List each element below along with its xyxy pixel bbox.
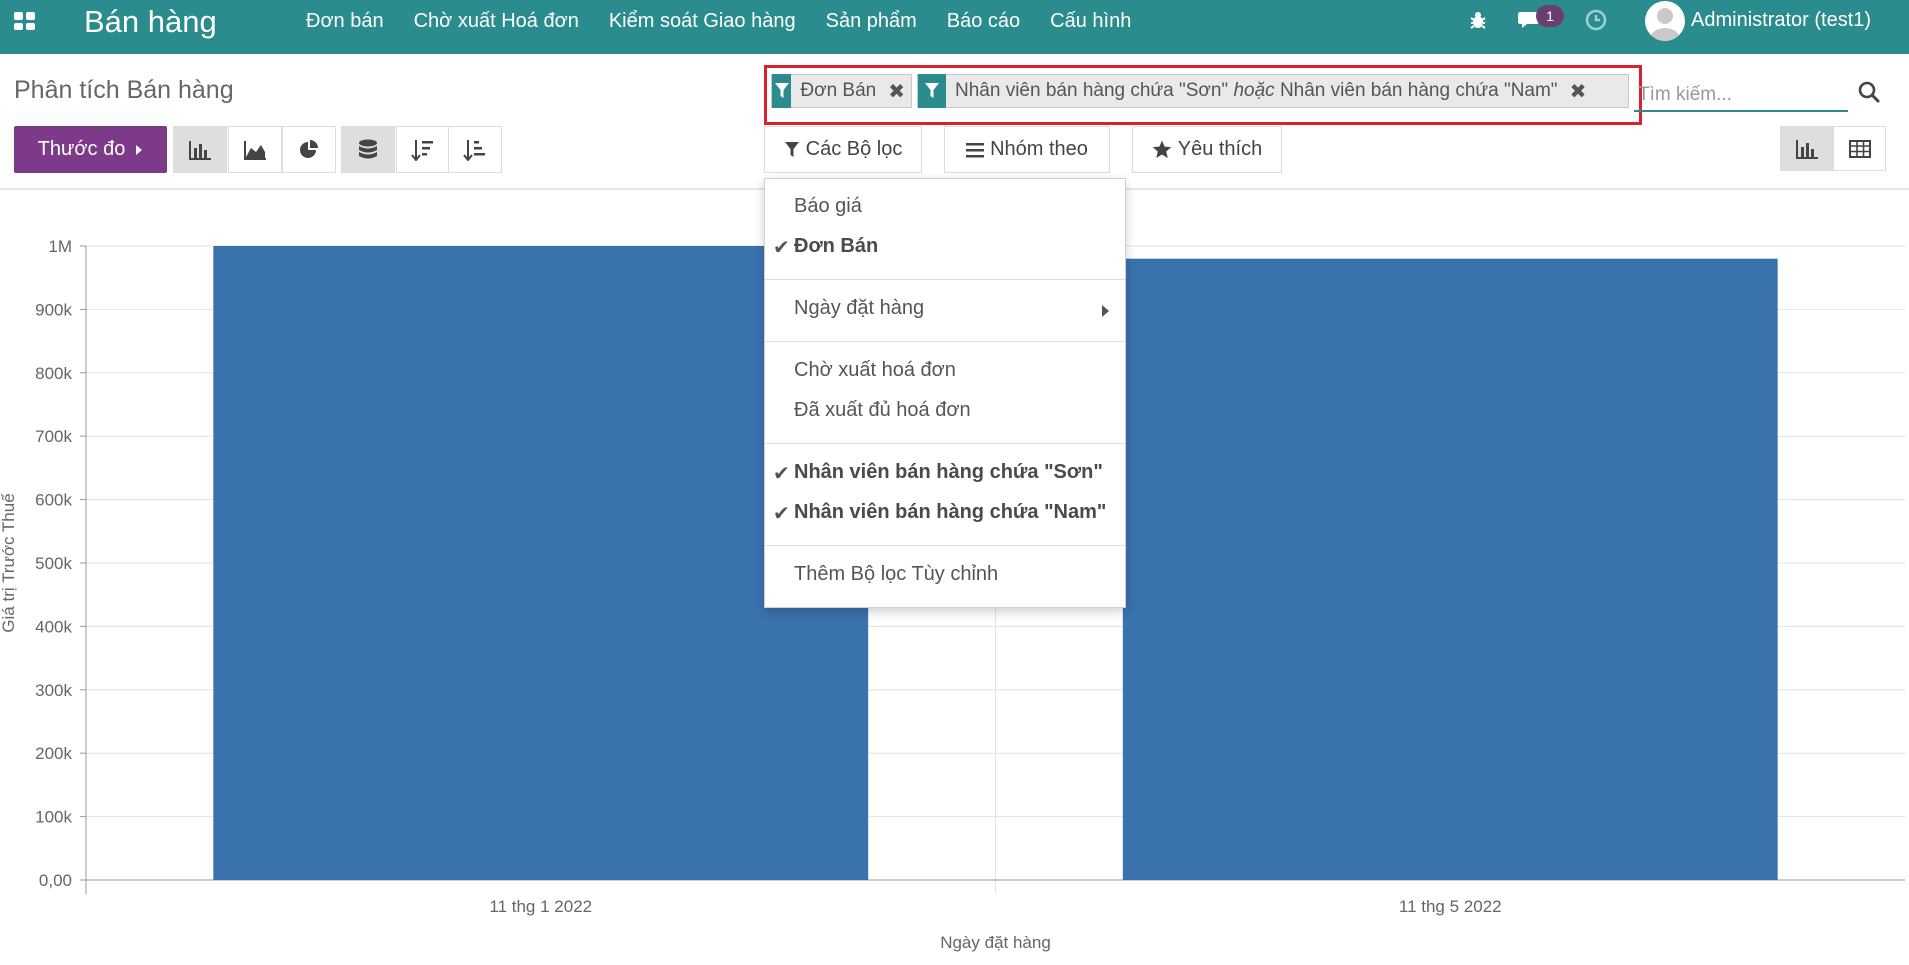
measures-label: Thước đo — [37, 138, 126, 160]
y-tick-label: 0,00 — [39, 871, 72, 890]
y-tick-label: 700k — [35, 427, 72, 446]
filter-option-fully-invoiced[interactable]: Đã xuất đủ hoá đơn — [794, 399, 971, 422]
filter-option-quotation[interactable]: Báo giá — [794, 195, 862, 218]
groupby-button[interactable]: Nhóm theo — [944, 126, 1110, 173]
pivot-view-button[interactable] — [1833, 126, 1886, 171]
check-icon: ✔ — [773, 237, 790, 259]
debug-bug-icon[interactable] — [1467, 9, 1489, 31]
app-brand[interactable]: Bán hàng — [84, 4, 217, 40]
avatar[interactable] — [1645, 1, 1685, 41]
favorites-label: Yêu thích — [1177, 138, 1263, 160]
filter-option-order-date[interactable]: Ngày đặt hàng — [794, 297, 924, 320]
table-icon — [1848, 139, 1871, 158]
y-tick-label: 200k — [35, 744, 72, 763]
area-chart-icon — [244, 140, 266, 160]
y-tick-label: 1M — [48, 237, 72, 256]
user-menu[interactable]: Administrator (test1) — [1691, 9, 1871, 32]
pie-chart-icon — [300, 139, 318, 158]
x-tick-label: 11 thg 5 2022 — [1399, 897, 1502, 916]
menu-item-products[interactable]: Sản phẩm — [826, 10, 917, 33]
sort-ascending-button[interactable] — [448, 126, 502, 173]
check-icon: ✔ — [773, 503, 790, 525]
sort-descending-button[interactable] — [396, 126, 450, 173]
y-axis-label: Giá trị Trước Thuế — [0, 493, 18, 633]
dropdown-divider — [765, 279, 1125, 280]
bars-icon — [966, 142, 985, 157]
bar-chart-mode-button[interactable] — [173, 126, 227, 173]
y-tick-label: 500k — [35, 554, 72, 573]
database-stack-icon — [359, 139, 377, 158]
check-icon: ✔ — [773, 463, 790, 485]
filter-option-to-invoice[interactable]: Chờ xuất hoá đơn — [794, 359, 956, 382]
y-tick-label: 800k — [35, 364, 72, 383]
y-tick-label: 400k — [35, 617, 72, 636]
user-avatar-icon — [1650, 8, 1680, 41]
y-tick-label: 900k — [35, 300, 72, 319]
filter-option-sale-order[interactable]: Đơn Bán — [794, 235, 878, 258]
sort-ascending-icon — [463, 139, 485, 161]
page-title: Phân tích Bán hàng — [14, 76, 234, 104]
filter-option-salesperson-nam[interactable]: Nhân viên bán hàng chứa "Nam" — [794, 501, 1106, 524]
bar — [1122, 258, 1778, 880]
star-icon — [1152, 140, 1172, 158]
menu-item-to-invoice[interactable]: Chờ xuất Hoá đơn — [414, 10, 579, 33]
menu-item-delivery-control[interactable]: Kiểm soát Giao hàng — [609, 10, 796, 33]
pie-chart-mode-button[interactable] — [282, 126, 336, 173]
filters-label: Các Bộ lọc — [805, 138, 903, 160]
bar-chart-icon — [189, 140, 211, 160]
search-input[interactable] — [1634, 80, 1848, 112]
bar-chart-icon — [1795, 139, 1818, 159]
filters-dropdown: Báo giá ✔ Đơn Bán Ngày đặt hàng Chờ xuất… — [764, 178, 1126, 608]
chat-badge: 1 — [1536, 5, 1564, 27]
measures-button[interactable]: Thước đo — [14, 126, 167, 173]
menu-item-configuration[interactable]: Cấu hình — [1050, 10, 1131, 33]
graph-view-button[interactable] — [1780, 126, 1833, 171]
menu-item-reporting[interactable]: Báo cáo — [947, 10, 1020, 33]
stacked-button[interactable] — [341, 126, 395, 173]
favorites-button[interactable]: Yêu thích — [1132, 126, 1282, 173]
highlight-box — [764, 65, 1642, 125]
y-tick-label: 100k — [35, 808, 72, 827]
caret-right-icon — [136, 144, 143, 155]
top-navbar: Bán hàng Đơn bán Chờ xuất Hoá đơn Kiểm s… — [0, 0, 1909, 54]
add-custom-filter[interactable]: Thêm Bộ lọc Tùy chỉnh — [794, 563, 998, 586]
filter-icon — [784, 141, 799, 157]
apps-menu-icon[interactable] — [14, 12, 35, 30]
menu-item-orders[interactable]: Đơn bán — [306, 10, 384, 33]
search-icon[interactable] — [1857, 80, 1881, 104]
dropdown-divider — [765, 443, 1125, 444]
dropdown-divider — [765, 341, 1125, 342]
filters-button[interactable]: Các Bộ lọc — [764, 126, 922, 173]
groupby-label: Nhóm theo — [990, 138, 1088, 160]
y-tick-label: 600k — [35, 491, 72, 510]
dropdown-divider — [765, 545, 1125, 546]
sort-descending-icon — [411, 139, 433, 161]
filter-option-salesperson-son[interactable]: Nhân viên bán hàng chứa "Sơn" — [794, 461, 1103, 484]
x-tick-label: 11 thg 1 2022 — [489, 897, 592, 916]
x-axis-label: Ngày đặt hàng — [940, 933, 1051, 952]
main-menu: Đơn bán Chờ xuất Hoá đơn Kiểm soát Giao … — [306, 10, 1161, 33]
activity-clock-icon[interactable] — [1585, 9, 1607, 31]
line-chart-mode-button[interactable] — [228, 126, 282, 173]
y-tick-label: 300k — [35, 681, 72, 700]
caret-right-icon — [1102, 305, 1109, 317]
